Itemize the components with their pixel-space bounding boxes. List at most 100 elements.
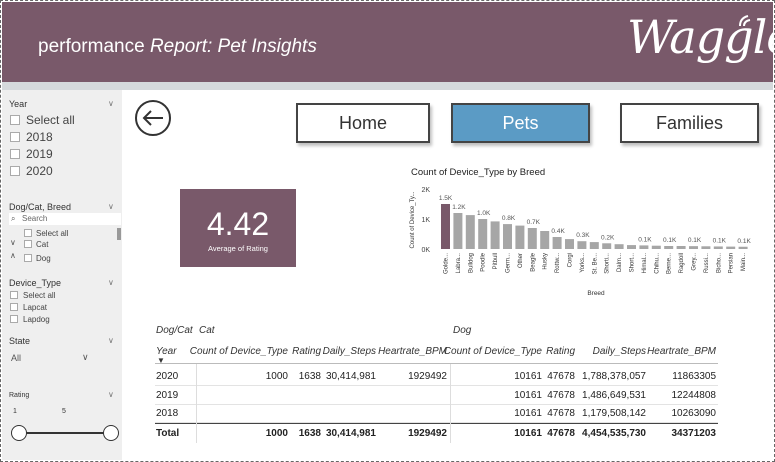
checkbox-year-2018[interactable] [10,132,20,142]
table-cell: 47678 [547,371,575,382]
checkbox-cat[interactable] [24,240,32,248]
breed-option-label: Cat [36,240,49,249]
x-tick-label: Yorks... [580,253,586,273]
table-cell: 1,179,508,142 [582,408,646,419]
table-cell: 1,486,649,531 [582,390,646,401]
device-slicer-title: Device_Type [9,278,62,288]
x-tick-label: Russi... [704,253,710,273]
checkbox-dog[interactable] [24,254,32,262]
x-tick-label: Rottw... [555,253,561,273]
x-tick-label: St. Be... [592,253,598,275]
x-tick-label: Bulldog [468,253,474,273]
dogcat-slicer-title: Dog/Cat, Breed [9,202,72,212]
chart-bar [515,225,525,249]
x-tick-label: Other [518,253,524,268]
total-cell: 34371203 [671,428,717,439]
chart-bar [627,245,636,249]
scrollbar-thumb[interactable] [117,228,121,240]
column-header: Daily_Steps [322,346,376,357]
row-year: 2020 [156,371,179,382]
checkbox-year-select-all[interactable] [10,115,20,125]
data-label: 0.8K [502,215,516,222]
chart-bar [602,243,612,249]
chart-bar [639,245,649,249]
rating-slider-track[interactable] [19,432,111,434]
chevron-down-icon[interactable]: ∨ [108,390,114,399]
chart-bar [478,219,488,249]
table-cell: 47678 [547,408,575,419]
state-slicer-title: State [9,336,31,346]
chevron-down-icon[interactable]: ∨ [82,352,89,363]
total-cell: 47678 [547,428,575,439]
table-cell: 1929492 [408,371,447,382]
table-cell: 10263090 [671,408,717,419]
total-cell: 10161 [514,428,542,439]
rating-slider-max-handle[interactable] [103,425,119,441]
state-dropdown-value[interactable]: All [11,353,21,363]
data-label: 1.5K [439,195,453,202]
chevron-down-icon[interactable]: ∨ [108,202,114,211]
chart-bar [503,224,512,249]
rating-slider-min-handle[interactable] [11,425,27,441]
title-prefix: performance [38,36,150,57]
chart-bar [441,204,450,249]
row-divider [155,404,718,405]
total-cell: 30,414,981 [325,428,376,439]
chevron-down-icon[interactable]: ∨ [108,99,114,108]
x-tick-label: Ragdoll [679,253,685,273]
x-tick-label: Grey... [692,253,698,271]
data-label: 1.2K [452,204,466,211]
data-label: 1.0K [477,210,491,217]
table-cell: 1638 [298,371,321,382]
total-cell: 1000 [265,428,288,439]
checkbox-year-2020[interactable] [10,166,20,176]
back-button[interactable] [135,100,171,136]
filter-sidebar [2,90,122,460]
checkbox-lapcat[interactable] [10,303,18,311]
x-tick-label: Husky [543,253,549,270]
families-button[interactable]: Families [620,103,759,143]
checkbox-device-select-all[interactable] [10,291,18,299]
data-label: 0.1K [688,237,702,244]
data-label: 0.1K [663,237,677,244]
pets-button[interactable]: Pets [451,103,590,143]
report-title: performance Report: Pet Insights [38,36,317,58]
chevron-down-icon[interactable]: ∨ [108,336,114,345]
breed-bar-chart: Count of Device_Ty... 2K 1K 0K 1.5K Golde... 1… [410,187,751,297]
x-tick-label: Golde... [444,253,450,274]
checkbox-year-2019[interactable] [10,149,20,159]
breed-option-label: Select all [36,229,69,238]
column-header: Count of Device_Type [443,346,542,357]
table-cell: 10161 [514,371,542,382]
data-label: 0.7K [527,219,541,226]
table-cell: 30,414,981 [325,371,376,382]
checkbox-lapdog[interactable] [10,315,18,323]
table-cell: 10161 [514,390,542,401]
row-year: 2018 [156,408,179,419]
x-tick-label: Berne... [667,253,673,274]
x-tick-label: Shorti... [605,253,611,274]
device-option-label: Lapdog [23,315,50,324]
chevron-down-icon[interactable]: ∨ [108,278,114,287]
home-button[interactable]: Home [296,103,430,143]
checkbox-breed-select-all[interactable] [24,229,32,237]
rating-slicer-title: Rating [9,392,30,399]
breed-search-input[interactable]: ⌕ Search [9,213,121,225]
x-axis-label: Breed [587,290,605,297]
arrow-left-icon [142,110,163,126]
x-tick-label: Persian [729,253,735,273]
x-tick-label: Corgi [568,253,574,267]
report-header: performance Report: Pet Insights Waggle [2,2,775,82]
column-header: Daily_Steps [592,346,646,357]
chart-bar [614,244,624,249]
header-divider [155,363,718,364]
column-header: Heartrate_BPM [378,346,447,357]
chevron-down-icon[interactable]: ∨ [10,238,16,247]
data-label: 0.4K [551,228,565,235]
table-cell: 10161 [514,408,542,419]
chart-bar [664,246,674,249]
column-header: Heartrate_BPM [647,346,716,357]
chevron-up-icon[interactable]: ∧ [10,251,16,260]
chart-bar [701,246,711,249]
x-tick-label: Main... [741,253,747,271]
